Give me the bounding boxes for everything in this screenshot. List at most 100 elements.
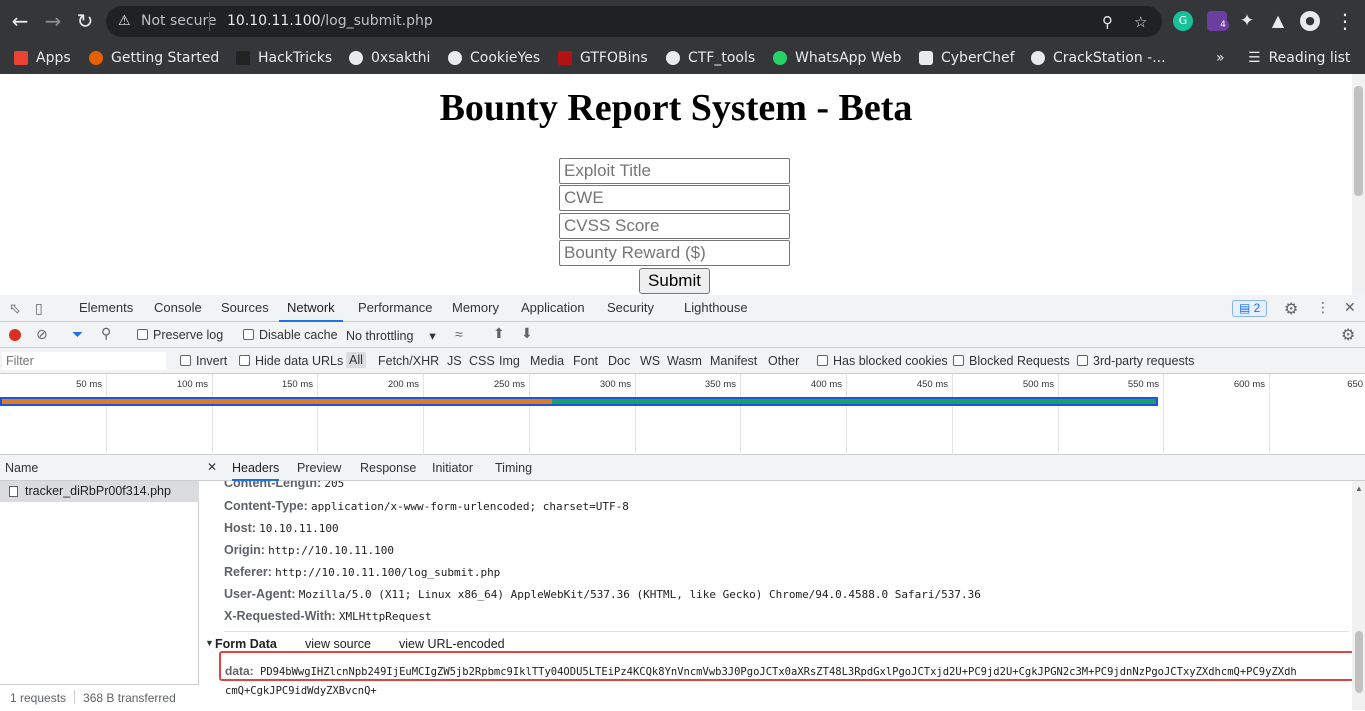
cvss-score-input[interactable]: [559, 213, 790, 239]
menu-kebab-icon[interactable]: ⋮: [1333, 9, 1357, 33]
tab-headers[interactable]: Headers: [232, 455, 280, 481]
type-filter-font[interactable]: Font: [573, 354, 598, 368]
bookmark-getting-started[interactable]: Getting Started: [89, 47, 219, 69]
tab-console[interactable]: Console: [154, 295, 202, 322]
preserve-log-checkbox[interactable]: Preserve log: [137, 328, 223, 342]
name-column-header[interactable]: Name: [0, 455, 199, 481]
cwe-input[interactable]: [559, 185, 790, 211]
form-data-section-header[interactable]: Form Data: [215, 637, 277, 651]
close-details-icon[interactable]: ✕: [207, 460, 217, 474]
puzzle-icon[interactable]: ✦: [1235, 9, 1259, 33]
throttling-select[interactable]: No throttling ▾: [346, 328, 436, 343]
view-url-encoded-link[interactable]: view URL-encoded: [399, 637, 505, 651]
bookmark-apps[interactable]: Apps: [14, 47, 71, 69]
type-filter-img[interactable]: Img: [499, 354, 520, 368]
type-filter-manifest[interactable]: Manifest: [710, 354, 757, 368]
type-filter-ws[interactable]: WS: [640, 354, 660, 368]
tab-elements[interactable]: Elements: [79, 295, 133, 322]
page-scrollbar[interactable]: [1352, 74, 1365, 295]
inspect-element-icon[interactable]: ⬁: [9, 300, 21, 317]
bookmark-gtfobins[interactable]: GTFOBins: [558, 47, 648, 69]
forward-arrow-icon[interactable]: →: [41, 9, 65, 33]
reading-list[interactable]: ☰ Reading list: [1248, 47, 1350, 69]
clear-icon[interactable]: ⊘: [36, 326, 48, 343]
bookmark-ctf-tools[interactable]: CTF_tools: [666, 47, 755, 69]
invert-checkbox[interactable]: Invert: [180, 354, 227, 368]
has-blocked-cookies-checkbox[interactable]: Has blocked cookies: [817, 354, 948, 368]
blocked-requests-checkbox[interactable]: Blocked Requests: [953, 354, 1070, 368]
type-filter-js[interactable]: JS: [447, 354, 462, 368]
details-scrollbar[interactable]: ▲: [1352, 481, 1365, 710]
grammarly-icon[interactable]: G: [1173, 11, 1193, 31]
bookmarks-overflow-chevron-icon[interactable]: »: [1216, 47, 1225, 69]
filter-input[interactable]: [2, 352, 166, 370]
type-filter-wasm[interactable]: Wasm: [667, 354, 702, 368]
hide-data-urls-checkbox[interactable]: Hide data URLs: [239, 354, 343, 368]
type-filter-fetch-xhr[interactable]: Fetch/XHR: [378, 354, 439, 368]
form-data-line-2[interactable]: cmQ+CgkJPC9idWdyZXBvcnQ+: [225, 685, 377, 697]
network-timeline-overview[interactable]: 50 ms 100 ms 150 ms 200 ms 250 ms 300 ms 350 m…: [0, 374, 1365, 455]
submit-button[interactable]: Submit: [639, 268, 710, 294]
profile-avatar-icon[interactable]: ●: [1300, 11, 1320, 31]
bookmark-crackstation[interactable]: CrackStation -...: [1031, 47, 1166, 69]
third-party-requests-checkbox[interactable]: 3rd-party requests: [1077, 354, 1194, 368]
page-scrollbar-thumb[interactable]: [1354, 86, 1363, 196]
exploit-title-input[interactable]: [559, 158, 790, 184]
details-scrollbar-thumb[interactable]: [1355, 631, 1363, 693]
bookmark-cyberchef[interactable]: CyberChef: [919, 47, 1015, 69]
bookmark-whatsapp[interactable]: WhatsApp Web: [773, 47, 901, 69]
address-bar[interactable]: ⚠ Not secure 10.10.11.100/log_submit.php…: [106, 6, 1162, 37]
tab-performance[interactable]: Performance: [358, 295, 432, 322]
filter-funnel-icon[interactable]: ⏷: [72, 326, 83, 343]
close-devtools-icon[interactable]: ✕: [1344, 299, 1356, 316]
header-host: Host: 10.10.11.100: [224, 521, 339, 535]
disclosure-triangle-icon[interactable]: ▼: [205, 638, 214, 648]
import-har-icon[interactable]: ⬆: [493, 325, 505, 342]
checkbox: [180, 355, 191, 366]
export-har-icon[interactable]: ⬇: [521, 325, 533, 342]
search-icon[interactable]: ⚲: [101, 325, 111, 342]
tab-preview[interactable]: Preview: [297, 455, 341, 481]
bookmark-0xsakthi[interactable]: 0xsakthi: [349, 47, 430, 69]
reload-icon[interactable]: ↻: [73, 9, 97, 33]
extension-icon[interactable]: 4: [1207, 11, 1229, 31]
bounty-reward-input[interactable]: [559, 240, 790, 266]
tab-security[interactable]: Security: [607, 295, 654, 322]
tab-application[interactable]: Application: [521, 295, 585, 322]
view-source-link[interactable]: view source: [305, 637, 371, 651]
bookmarks-bar: Apps Getting Started HackTricks 0xsakthi…: [0, 42, 1365, 74]
form-data-line-1[interactable]: data: PD94bWwgIHZlcnNpb249IjEuMCIgZW5jb2…: [225, 664, 1297, 678]
tab-timing[interactable]: Timing: [495, 455, 532, 481]
tab-response[interactable]: Response: [360, 455, 416, 481]
tab-initiator[interactable]: Initiator: [432, 455, 473, 481]
disable-cache-checkbox[interactable]: Disable cache: [243, 328, 338, 342]
back-arrow-icon[interactable]: ←: [8, 9, 32, 33]
tab-sources[interactable]: Sources: [221, 295, 269, 322]
network-conditions-icon[interactable]: ≈: [455, 326, 463, 342]
device-toolbar-icon[interactable]: ▯: [35, 300, 43, 317]
tab-memory[interactable]: Memory: [452, 295, 499, 322]
type-filter-css[interactable]: CSS: [469, 354, 495, 368]
type-filter-doc[interactable]: Doc: [608, 354, 630, 368]
network-settings-gear-icon[interactable]: ⚙: [1341, 325, 1355, 345]
type-filter-all[interactable]: All: [346, 352, 366, 368]
zoom-icon[interactable]: ⚲: [1102, 13, 1113, 31]
devtools-kebab-icon[interactable]: ⋮: [1316, 299, 1330, 316]
bookmark-cookieyes[interactable]: CookieYes: [448, 47, 540, 69]
bookmark-star-icon[interactable]: ☆: [1134, 13, 1147, 31]
apps-grid-icon: [14, 51, 28, 65]
settings-gear-icon[interactable]: ⚙: [1284, 299, 1298, 319]
issues-badge[interactable]: ▤ 2: [1232, 300, 1268, 317]
tab-network[interactable]: Network: [279, 295, 343, 322]
url-text[interactable]: 10.10.11.100/log_submit.php: [227, 13, 433, 29]
page-viewport: Bounty Report System - Beta Submit: [0, 74, 1352, 295]
type-filter-other[interactable]: Other: [768, 354, 799, 368]
record-icon[interactable]: [9, 329, 21, 341]
type-filter-media[interactable]: Media: [530, 354, 564, 368]
detail-tab-bar: ✕ Headers Preview Response Initiator Tim…: [199, 455, 1365, 481]
flask-icon[interactable]: ▲: [1266, 9, 1290, 33]
request-row[interactable]: tracker_diRbPr00f314.php: [0, 481, 199, 502]
tab-lighthouse[interactable]: Lighthouse: [684, 295, 748, 322]
scroll-up-icon[interactable]: ▲: [1355, 484, 1363, 493]
bookmark-hacktricks[interactable]: HackTricks: [236, 47, 332, 69]
